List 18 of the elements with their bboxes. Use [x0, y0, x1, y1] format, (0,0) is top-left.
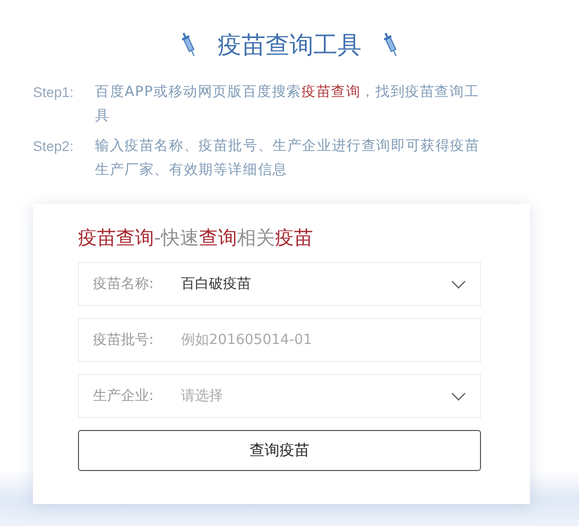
field-placeholder: 请选择 — [181, 387, 223, 405]
page-title: 疫苗查询工具 — [218, 30, 362, 61]
field-label: 疫苗批号: — [93, 331, 155, 349]
step-label: Step1: — [33, 83, 74, 102]
search-button[interactable]: 查询疫苗 — [78, 430, 481, 471]
select-field[interactable]: 疫苗名称: 百白破疫苗 — [78, 262, 481, 306]
chevron-down-icon — [451, 280, 466, 288]
field-label: 生产企业: — [93, 387, 155, 405]
syringe-icon — [182, 32, 196, 58]
syringe-icon — [384, 32, 398, 58]
card-title: 疫苗查询-快速查询相关疫苗 — [78, 226, 314, 251]
field-label: 疫苗名称: — [93, 275, 155, 293]
chevron-down-icon — [451, 392, 466, 400]
step-text: 百度APP或移动网页版百度搜索疫苗查询，找到疫苗查询工具 — [95, 83, 480, 126]
field-value: 百白破疫苗 — [181, 275, 251, 293]
step-text: 输入疫苗名称、疫苗批号、生产企业进行查询即可获得疫苗生产厂家、有效期等详细信息 — [95, 137, 481, 180]
field-placeholder: 例如201605014-01 — [181, 331, 312, 349]
step-label: Step2: — [33, 137, 74, 156]
